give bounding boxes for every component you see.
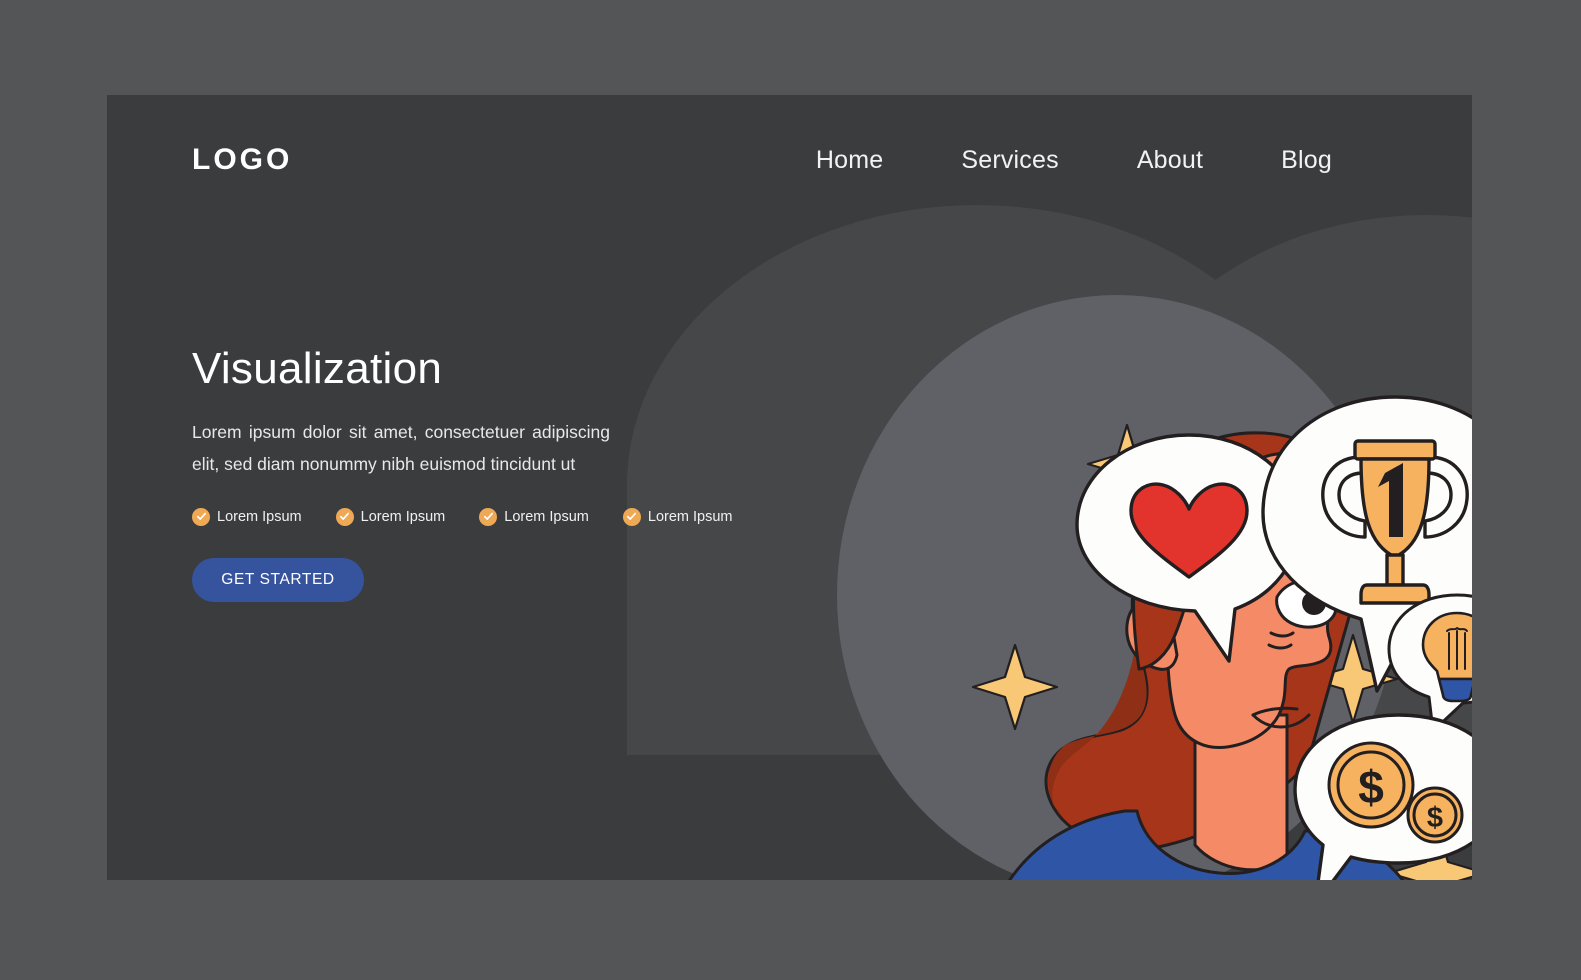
screenshot-stage: LOGO Home Services About Blog Visualizat…	[0, 0, 1581, 980]
list-item: Lorem Ipsum	[622, 507, 733, 526]
background-blob-base	[627, 475, 1472, 755]
hero-illustration: $ $	[837, 245, 1472, 880]
sparkle-icon	[1307, 633, 1399, 725]
sparkle-icon	[1086, 423, 1168, 505]
check-circle-icon	[335, 507, 354, 526]
list-item: Lorem Ipsum	[335, 507, 446, 526]
list-item-label: Lorem Ipsum	[647, 508, 733, 525]
landing-page-card: LOGO Home Services About Blog Visualizat…	[107, 95, 1472, 880]
nav-item-about[interactable]: About	[1137, 146, 1203, 175]
hair-front	[1132, 431, 1351, 671]
heart-bubble	[1075, 433, 1301, 663]
hero-description: Lorem ipsum dolor sit amet, consectetuer…	[192, 422, 610, 474]
logo[interactable]: LOGO	[192, 145, 292, 175]
trophy-icon	[1321, 439, 1469, 605]
sparkle-icon	[971, 643, 1059, 731]
main-navigation: Home Services About Blog	[816, 146, 1392, 175]
coins-icon: $ $	[1327, 741, 1464, 844]
sparkle-icon	[1163, 445, 1255, 537]
feature-list: Lorem Ipsum Lorem Ipsum Lorem Ipsum Lore…	[192, 507, 752, 526]
get-started-button[interactable]: GET STARTED	[192, 557, 364, 602]
list-item: Lorem Ipsum	[192, 507, 302, 526]
svg-text:$: $	[1358, 761, 1384, 813]
background-ellipse	[837, 295, 1397, 880]
lightbulb-bubble	[1387, 593, 1472, 733]
hero-section: Visualization Lorem ipsum dolor sit amet…	[192, 344, 752, 602]
sparkle-icon	[1387, 823, 1472, 880]
nav-item-services[interactable]: Services	[961, 146, 1058, 175]
svg-text:$: $	[1427, 802, 1443, 834]
background-blob-right	[1107, 215, 1472, 735]
face	[1125, 435, 1358, 749]
torso	[1008, 713, 1405, 880]
page-title: Visualization	[192, 344, 443, 393]
hair-back	[1044, 431, 1364, 851]
check-circle-icon	[479, 507, 498, 526]
money-bubble: $ $	[1293, 713, 1472, 880]
check-circle-icon	[192, 507, 210, 526]
list-item-label: Lorem Ipsum	[360, 508, 446, 525]
lightbulb-icon	[1421, 611, 1472, 703]
check-circle-icon	[622, 507, 641, 526]
trophy-bubble	[1261, 395, 1472, 693]
list-item: Lorem Ipsum	[479, 507, 589, 526]
heart-icon	[1129, 482, 1249, 579]
nav-item-home[interactable]: Home	[816, 146, 884, 175]
list-item-label: Lorem Ipsum	[217, 508, 302, 525]
nav-item-blog[interactable]: Blog	[1281, 146, 1332, 175]
list-item-label: Lorem Ipsum	[504, 508, 589, 525]
site-header: LOGO Home Services About Blog	[107, 95, 1472, 225]
